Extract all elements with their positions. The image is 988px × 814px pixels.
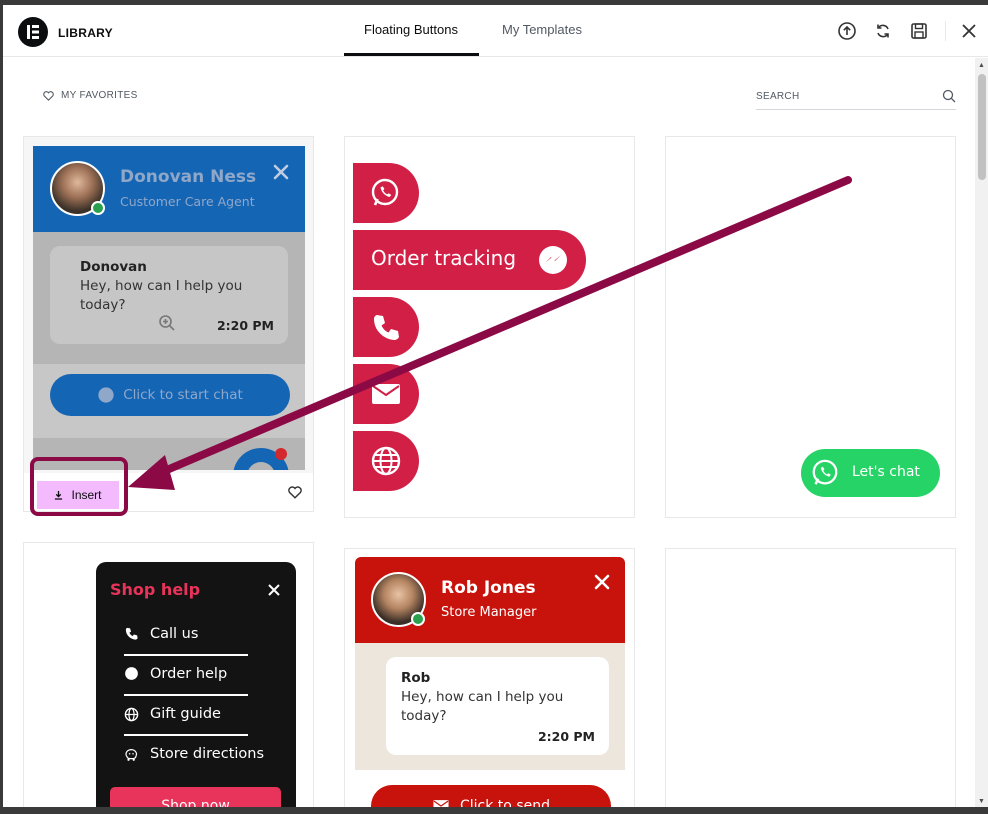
close-icon <box>268 584 280 596</box>
messenger-icon <box>539 246 567 274</box>
favorite-heart-icon[interactable] <box>288 486 302 499</box>
scrollbar[interactable]: ▲ ▼ <box>975 58 988 807</box>
search-icon[interactable] <box>942 89 956 103</box>
template-card-empty[interactable] <box>665 548 956 807</box>
template-card-chat-rob[interactable]: Rob Jones Store Manager Rob Hey, how can… <box>344 548 635 807</box>
message-text-line2: today? <box>80 297 126 313</box>
whatsapp-icon <box>371 178 399 206</box>
menu-item-call-us: Call us <box>150 626 199 642</box>
whatsapp-icon <box>812 459 838 485</box>
scroll-down-arrow-icon[interactable]: ▼ <box>978 798 985 805</box>
start-chat-button: Click to start chat <box>50 374 290 416</box>
agent-role: Store Manager <box>441 605 537 620</box>
phone-icon <box>374 315 399 340</box>
tab-my-templates[interactable]: My Templates <box>502 22 582 37</box>
import-template-icon[interactable] <box>837 21 857 41</box>
menu-divider <box>124 654 248 656</box>
shop-now-button: Shop now <box>110 787 281 807</box>
lets-chat-label: Let's chat <box>852 464 920 480</box>
message-sender: Donovan <box>80 259 147 275</box>
start-chat-label: Click to start chat <box>123 387 243 403</box>
message-text-line1: Hey, how can I help you <box>80 278 243 294</box>
chat-bubble: Donovan Hey, how can I help you today? 2… <box>50 246 288 344</box>
message-text-line2: today? <box>401 708 447 724</box>
search-input[interactable] <box>756 86 926 107</box>
whatsapp-contact-button <box>353 163 419 223</box>
messenger-icon <box>98 387 114 403</box>
card-footer: Insert <box>24 473 313 511</box>
menu-item-gift-guide: Gift guide <box>150 706 221 722</box>
website-contact-button <box>353 431 419 491</box>
chat-body: Rob Hey, how can I help you today? 2:20 … <box>355 643 625 770</box>
template-card-shop-help[interactable]: Shop help Call us Order help Gift guide … <box>23 542 314 807</box>
messenger-icon <box>125 667 138 680</box>
elementor-logo-icon <box>18 17 48 47</box>
send-label: Click to send <box>460 798 550 807</box>
agent-name: Rob Jones <box>441 578 536 598</box>
template-preview: Rob Jones Store Manager Rob Hey, how can… <box>355 557 625 807</box>
library-header: LIBRARY Floating Buttons My Templates <box>3 5 988 57</box>
order-tracking-label: Order tracking <box>371 246 517 270</box>
shop-help-menu: Shop help Call us Order help Gift guide … <box>96 562 296 807</box>
template-card-contact-buttons[interactable]: Order tracking <box>344 136 635 518</box>
scroll-up-arrow-icon[interactable]: ▲ <box>978 62 985 69</box>
menu-divider <box>124 734 248 736</box>
active-tab-indicator <box>344 53 479 56</box>
insert-label: Insert <box>71 488 102 502</box>
envelope-icon <box>433 800 449 807</box>
message-time: 2:20 PM <box>537 729 595 744</box>
sync-library-icon[interactable] <box>873 21 893 41</box>
globe-icon <box>124 707 139 722</box>
template-grid-area: MY FAVORITES Donovan Ness Customer Care … <box>3 58 975 807</box>
close-icon <box>273 164 289 180</box>
menu-item-order-help: Order help <box>150 666 228 682</box>
chat-bubble: Rob Hey, how can I help you today? 2:20 … <box>386 657 609 755</box>
lets-chat-button: Let's chat <box>801 449 940 497</box>
waze-icon <box>125 749 138 761</box>
send-button: Click to send <box>371 785 611 807</box>
heart-icon <box>43 90 54 101</box>
email-contact-button <box>353 364 419 424</box>
online-status-dot <box>91 201 105 215</box>
globe-icon <box>371 446 401 476</box>
header-divider <box>945 21 946 41</box>
template-card-lets-chat[interactable]: Let's chat <box>665 136 956 518</box>
chat-header: Donovan Ness Customer Care Agent <box>33 146 305 232</box>
phone-contact-button <box>353 297 419 357</box>
online-status-dot <box>411 612 425 626</box>
agent-name: Donovan Ness <box>120 167 257 187</box>
zoom-in-icon <box>159 315 175 331</box>
order-tracking-button: Order tracking <box>353 230 586 290</box>
scrollbar-thumb[interactable] <box>978 74 986 180</box>
close-icon[interactable] <box>959 21 979 41</box>
menu-divider <box>124 694 248 696</box>
message-time: 2:20 PM <box>216 318 274 333</box>
tab-floating-buttons[interactable]: Floating Buttons <box>364 22 458 37</box>
favorites-label: MY FAVORITES <box>61 90 138 101</box>
agent-role: Customer Care Agent <box>120 194 255 209</box>
chat-header: Rob Jones Store Manager <box>355 557 625 643</box>
my-favorites-filter[interactable]: MY FAVORITES <box>43 90 138 101</box>
notification-dot <box>275 448 287 460</box>
chat-footer: Click to start chat <box>33 364 305 438</box>
download-icon <box>55 490 63 500</box>
envelope-icon <box>372 384 400 404</box>
search-box[interactable] <box>756 86 956 110</box>
template-preview: Donovan Ness Customer Care Agent Donovan… <box>33 146 305 470</box>
phone-icon <box>125 627 138 640</box>
message-text-line1: Hey, how can I help you <box>401 689 564 705</box>
shop-help-title: Shop help <box>110 580 201 599</box>
save-template-icon[interactable] <box>909 21 929 41</box>
template-card-chat-donovan[interactable]: Donovan Ness Customer Care Agent Donovan… <box>23 136 314 512</box>
library-modal: LIBRARY Floating Buttons My Templates MY… <box>3 5 988 807</box>
close-icon <box>594 574 610 590</box>
insert-button[interactable]: Insert <box>37 481 119 509</box>
menu-item-store-directions: Store directions <box>150 746 265 762</box>
library-title: LIBRARY <box>58 26 113 40</box>
message-sender: Rob <box>401 670 431 686</box>
